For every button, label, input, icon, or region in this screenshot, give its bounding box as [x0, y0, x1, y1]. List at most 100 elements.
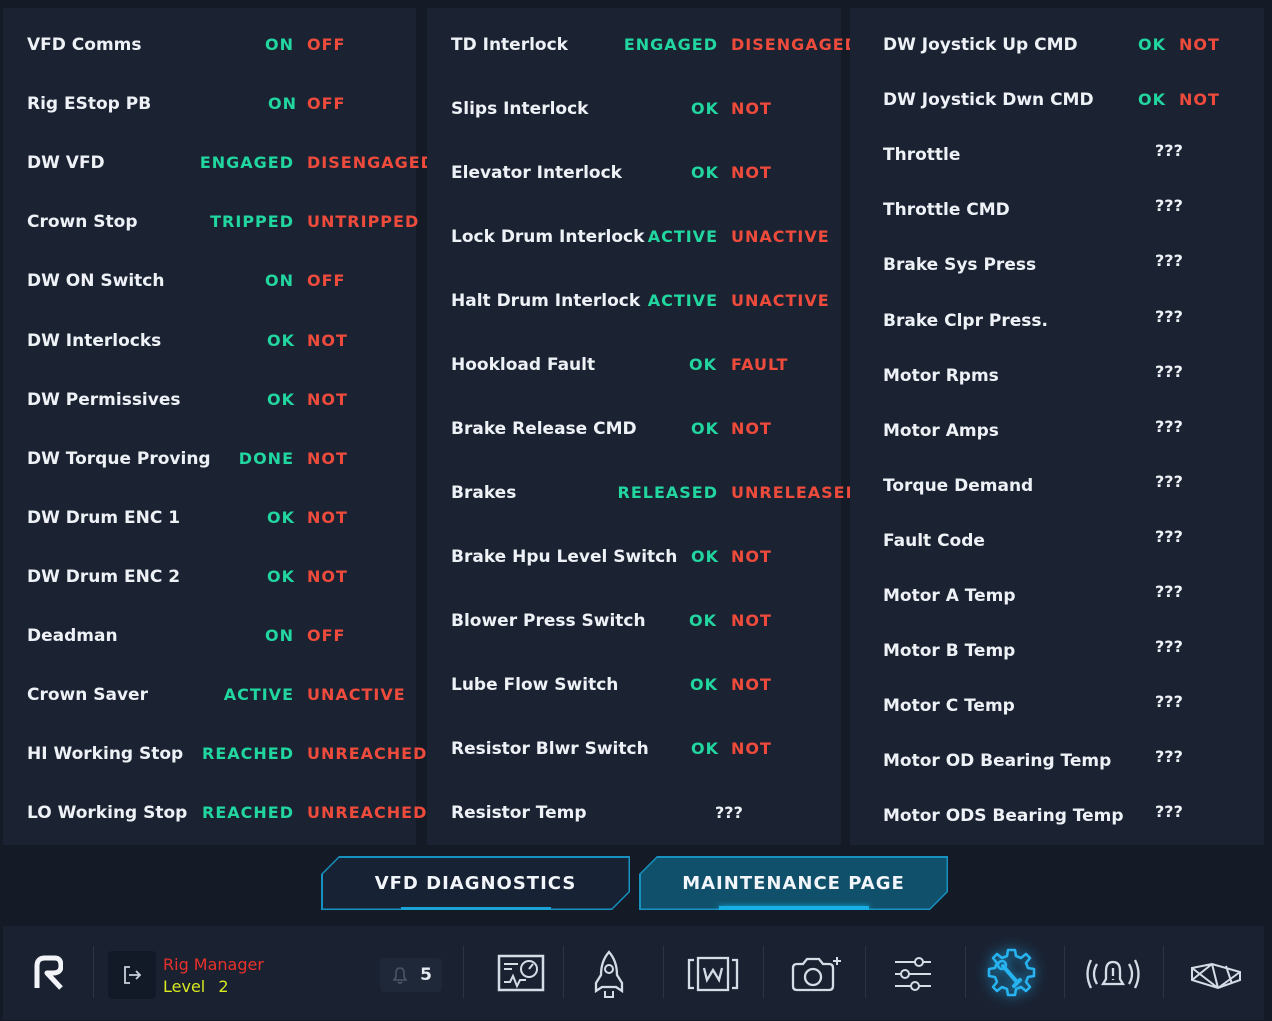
status-true-indicator: ON — [265, 35, 294, 54]
status-true-indicator: OK — [691, 547, 719, 566]
status-row: LO Working Stop REACHED UNREACHED — [3, 799, 426, 829]
logo-r-icon — [34, 955, 64, 990]
status-panel-drawworks: VFD Comms ON OFF Rig EStop PB ON OFF DW VFD ENG… — [3, 8, 434, 845]
status-label: Crown Stop — [27, 212, 138, 233]
tab-maintenance-page-label: MAINTENANCE PAGE — [682, 872, 905, 894]
status-row: Resistor Temp??? — [427, 799, 841, 829]
status-true-indicator: OK — [689, 355, 717, 374]
status-true-indicator: OK — [1138, 35, 1166, 54]
status-label: Motor Rpms — [883, 365, 999, 386]
status-row: Blower Press Switch OK NOT — [427, 607, 841, 637]
rocket-pressure-icon — [594, 950, 624, 998]
logout-button[interactable] — [108, 951, 156, 999]
status-false-indicator: OFF — [307, 35, 346, 54]
status-label: Torque Demand — [883, 475, 1034, 496]
status-row: Brake Clpr Press.??? — [850, 307, 1264, 337]
tab-underline — [401, 907, 551, 910]
status-row: Rig EStop PB ON OFF — [3, 90, 416, 120]
nav-drawworks[interactable] — [683, 946, 743, 1002]
bottom-navigation-bar: Rig Manager Level 2 5 — [3, 926, 1264, 1020]
status-row: Crown Saver ACTIVE UNACTIVE — [3, 681, 416, 711]
status-value: ??? — [1155, 141, 1183, 161]
status-label: Rig EStop PB — [27, 94, 152, 115]
status-row: DW Permissives OK NOT — [3, 386, 416, 416]
logout-icon — [124, 966, 142, 984]
drawworks-icon — [687, 956, 739, 992]
nav-pressure[interactable] — [579, 946, 639, 1002]
status-row: Halt Drum Interlock ACTIVE UNACTIVE — [427, 287, 841, 317]
status-label: LO Working Stop — [27, 803, 188, 824]
status-row: DW ON Switch ON OFF — [3, 267, 416, 297]
status-value: ??? — [1155, 526, 1183, 546]
status-row: Lube Flow Switch OK NOT — [427, 671, 841, 701]
status-label: DW Joystick Up CMD — [883, 35, 1078, 55]
status-false-indicator: NOT — [731, 675, 772, 694]
status-label: DW VFD — [27, 153, 105, 174]
status-row: Throttle??? — [850, 141, 1264, 171]
nav-diagnostics[interactable] — [491, 946, 551, 1002]
status-label: DW Interlocks — [27, 330, 162, 351]
status-value: ??? — [1155, 196, 1183, 216]
status-row: DW Drum ENC 1 OK NOT — [3, 504, 416, 534]
status-label: DW Joystick Dwn CMD — [883, 90, 1094, 111]
status-row: Brake Sys Press??? — [850, 251, 1264, 281]
status-row: Fault Code??? — [850, 527, 1264, 557]
status-label: Motor B Temp — [883, 641, 1016, 662]
status-true-indicator: ON — [265, 626, 294, 645]
tab-maintenance-page[interactable]: MAINTENANCE PAGE — [639, 856, 948, 910]
status-value: ??? — [715, 803, 743, 822]
nav-settings-sliders[interactable] — [883, 946, 943, 1002]
status-row: Throttle CMD??? — [850, 196, 1264, 226]
notification-count: 5 — [420, 965, 432, 985]
status-false-indicator: OFF — [307, 271, 346, 291]
status-row: Brake Hpu Level Switch OK NOT — [427, 543, 841, 573]
status-label: Brake Clpr Press. — [883, 310, 1048, 331]
status-label: DW Permissives — [27, 389, 181, 410]
status-true-indicator: OK — [267, 507, 295, 527]
status-false-indicator: UNREACHED — [307, 744, 428, 764]
nav-alarms[interactable] — [1083, 946, 1143, 1002]
status-false-indicator: OFF — [307, 94, 346, 114]
status-true-indicator: ENGAGED — [199, 153, 294, 173]
status-row: Motor C Temp??? — [850, 692, 1264, 722]
status-value: ??? — [1155, 582, 1183, 601]
status-label: DW Torque Proving — [27, 448, 211, 469]
status-false-indicator: NOT — [731, 547, 772, 566]
status-false-indicator: NOT — [731, 739, 772, 758]
camera-add-icon — [791, 957, 841, 992]
app-logo[interactable] — [33, 954, 64, 990]
status-false-indicator: NOT — [307, 389, 348, 409]
status-row: DW Torque Proving DONE NOT — [3, 445, 416, 475]
user-level-label: Level — [163, 977, 206, 996]
status-label: Hookload Fault — [451, 355, 596, 375]
tab-vfd-diagnostics[interactable]: VFD DIAGNOSTICS — [321, 856, 630, 910]
status-true-indicator: ACTIVE — [647, 291, 718, 310]
status-false-indicator: NOT — [731, 163, 772, 182]
status-value: ??? — [1155, 471, 1183, 491]
status-label: DW Drum ENC 2 — [27, 566, 181, 587]
status-row: DW Joystick Up CMD OK NOT — [850, 31, 1264, 61]
status-value: ??? — [1155, 747, 1183, 767]
status-true-indicator: ON — [265, 271, 294, 291]
status-row: VFD Comms ON OFF — [3, 31, 416, 61]
status-row: Motor B Temp??? — [850, 637, 1264, 667]
status-row: TD Interlock ENGAGED DISENGAGED — [427, 31, 858, 61]
nav-maintenance[interactable] — [980, 946, 1040, 1002]
status-false-indicator: UNREACHED — [307, 803, 428, 823]
status-value: ??? — [1155, 637, 1183, 657]
status-label: Brake Sys Press — [883, 255, 1037, 276]
status-row: HI Working Stop REACHED UNREACHED — [3, 740, 426, 770]
status-label: Lube Flow Switch — [451, 675, 619, 695]
status-label: Brake Hpu Level Switch — [451, 547, 678, 567]
status-false-indicator: NOT — [1179, 90, 1220, 110]
nav-rig-structure[interactable] — [1186, 946, 1246, 1002]
nav-camera[interactable] — [786, 946, 846, 1002]
status-value: ??? — [1155, 802, 1183, 822]
status-label: Blower Press Switch — [451, 611, 646, 631]
status-panel-motor: DW Joystick Up CMD OK NOT DW Joystick Dwn C… — [850, 8, 1264, 845]
status-true-indicator: OK — [267, 566, 295, 586]
status-true-indicator: REACHED — [202, 744, 294, 764]
diagnostics-screen-icon — [497, 954, 545, 992]
notification-button[interactable]: 5 — [380, 958, 442, 992]
tab-vfd-diagnostics-label: VFD DIAGNOSTICS — [374, 872, 577, 894]
